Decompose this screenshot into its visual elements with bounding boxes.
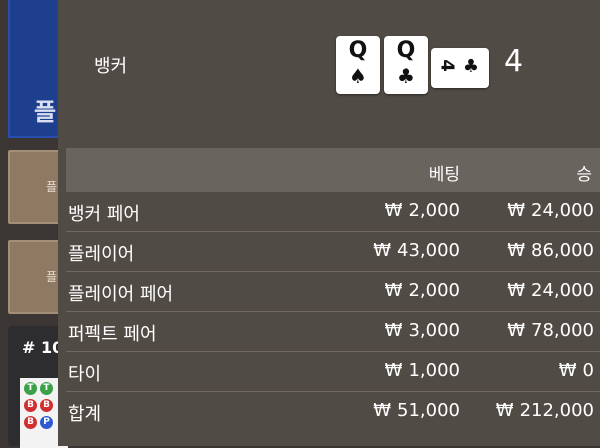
won-currency-icon: ₩: [384, 320, 403, 341]
payout-table-header: 베팅 승: [66, 148, 600, 192]
win-amount: 24,000: [531, 200, 594, 221]
bet-amount: 43,000: [397, 240, 460, 261]
table-row: 플레이어 ₩43,000 ₩86,000: [66, 232, 600, 272]
won-currency-icon: ₩: [558, 360, 577, 381]
bead-t: T: [24, 382, 37, 395]
bet-amount: 1,000: [408, 360, 460, 381]
row-win: ₩24,000: [507, 200, 594, 221]
banker-score: 4: [504, 44, 524, 79]
won-currency-icon: ₩: [495, 400, 514, 421]
table-row: 퍼펙트 페어 ₩3,000 ₩78,000: [66, 312, 600, 352]
won-currency-icon: ₩: [507, 240, 526, 261]
card-1: Q ♠: [336, 36, 380, 94]
card-3: 4 ♣: [431, 48, 489, 88]
row-win: ₩0: [559, 360, 594, 381]
bead-t: T: [40, 382, 53, 395]
header-win: 승: [576, 165, 592, 185]
row-label: 퍼펙트 페어: [68, 324, 157, 345]
table-row: 뱅커 페어 ₩2,000 ₩24,000: [66, 192, 600, 232]
row-bet: ₩2,000: [385, 280, 460, 301]
row-bet: ₩1,000: [385, 360, 460, 381]
card-1-rank: Q: [348, 38, 368, 63]
win-amount: 0: [582, 360, 594, 381]
won-currency-icon: ₩: [384, 280, 403, 301]
bead-p: P: [40, 416, 53, 429]
club-icon: ♣: [397, 64, 415, 88]
table-row: 타이 ₩1,000 ₩0: [66, 352, 600, 392]
card-3-rank: 4: [436, 59, 458, 72]
row-label: 뱅커 페어: [68, 204, 140, 225]
club-icon: ♣: [462, 56, 480, 77]
won-currency-icon: ₩: [507, 280, 526, 301]
side-bet-button-1-label: 플: [46, 180, 58, 194]
bead-b: B: [24, 416, 37, 429]
banker-label: 뱅커: [94, 56, 128, 77]
row-bet: ₩3,000: [385, 320, 460, 341]
row-label: 플레이어: [68, 244, 135, 265]
bead-b: B: [40, 399, 53, 412]
bead-b: B: [24, 399, 37, 412]
win-amount: 78,000: [531, 320, 594, 341]
row-win: ₩212,000: [496, 400, 594, 421]
row-bet: ₩2,000: [385, 200, 460, 221]
bet-amount: 51,000: [397, 400, 460, 421]
side-bet-button-2-label: 플: [46, 270, 58, 284]
won-currency-icon: ₩: [373, 240, 392, 261]
won-currency-icon: ₩: [373, 400, 392, 421]
won-currency-icon: ₩: [384, 200, 403, 221]
card-2-rank: Q: [396, 38, 416, 63]
spade-icon: ♠: [349, 64, 367, 88]
win-amount: 212,000: [519, 400, 594, 421]
player-bet-label: 플: [34, 98, 57, 126]
won-currency-icon: ₩: [507, 320, 526, 341]
round-result-popup: 뱅커 Q ♠ Q ♣ 4 ♣ 4 베팅 승 뱅커 페어 ₩2,000 ₩24,000…: [58, 0, 600, 446]
row-label: 합계: [68, 404, 102, 425]
bet-amount: 3,000: [408, 320, 460, 341]
win-amount: 24,000: [531, 280, 594, 301]
row-win: ₩86,000: [507, 240, 594, 261]
table-row: 합계 ₩51,000 ₩212,000: [66, 392, 600, 431]
win-amount: 86,000: [531, 240, 594, 261]
row-label: 타이: [68, 364, 102, 385]
header-bet: 베팅: [428, 165, 460, 185]
table-row: 플레이어 페어 ₩2,000 ₩24,000: [66, 272, 600, 312]
row-bet: ₩51,000: [373, 400, 460, 421]
card-2: Q ♣: [384, 36, 428, 94]
payout-table: 베팅 승 뱅커 페어 ₩2,000 ₩24,000 플레이어 ₩43,000 ₩86,00…: [66, 148, 600, 431]
row-win: ₩78,000: [507, 320, 594, 341]
row-bet: ₩43,000: [373, 240, 460, 261]
banker-result-row: 뱅커 Q ♠ Q ♣ 4 ♣ 4: [58, 0, 600, 138]
won-currency-icon: ₩: [384, 360, 403, 381]
bet-amount: 2,000: [408, 280, 460, 301]
bet-amount: 2,000: [408, 200, 460, 221]
won-currency-icon: ₩: [507, 200, 526, 221]
row-win: ₩24,000: [507, 280, 594, 301]
row-label: 플레이어 페어: [68, 284, 174, 305]
